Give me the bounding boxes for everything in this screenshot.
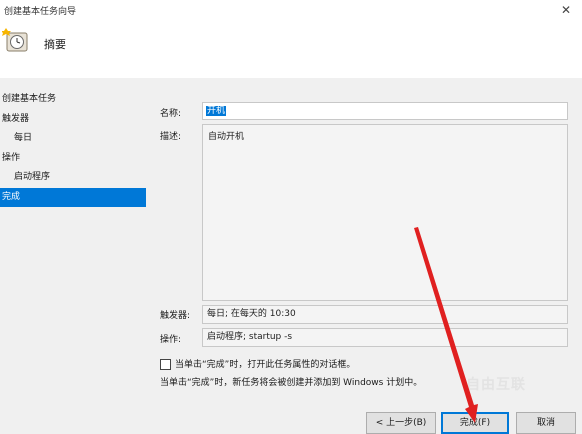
action-label: 操作: [160, 335, 182, 345]
back-button[interactable]: < 上一步(B) [366, 412, 436, 434]
nav-step-action[interactable]: 操作 [0, 149, 146, 169]
action-summary: 启动程序; startup -s [202, 328, 568, 347]
nav-step-trigger[interactable]: 触发器 [0, 110, 146, 130]
nav-step-daily[interactable]: 每日 [0, 129, 146, 149]
title-bar: 创建基本任务向导 ✕ [0, 0, 582, 22]
name-field[interactable]: 开机 [202, 102, 568, 120]
nav-step-create-basic-task[interactable]: 创建基本任务 [0, 90, 146, 110]
window-title: 创建基本任务向导 [4, 7, 77, 17]
name-value: 开机 [206, 106, 227, 116]
page-heading: 摘要 [44, 38, 66, 51]
name-label: 名称: [160, 109, 182, 119]
nav-step-start-program[interactable]: 启动程序 [0, 168, 146, 188]
open-properties-label[interactable]: 当单击“完成”时，打开此任务属性的对话框。 [175, 358, 355, 372]
watermark-text: 自由互联 [466, 377, 526, 393]
description-field[interactable]: 自动开机 [202, 124, 568, 301]
task-scheduler-clock-icon [2, 28, 28, 52]
trigger-summary: 每日; 在每天的 10:30 [202, 305, 568, 324]
close-icon[interactable]: ✕ [558, 2, 574, 18]
finish-note: 当单击“完成”时，新任务将会被创建并添加到 Windows 计划中。 [160, 378, 423, 388]
finish-button[interactable]: 完成(F) [441, 412, 509, 434]
open-properties-checkbox[interactable] [160, 359, 171, 370]
trigger-label: 触发器: [160, 311, 191, 321]
cancel-button[interactable]: 取消 [516, 412, 576, 434]
step-nav: 创建基本任务 触发器 每日 操作 启动程序 完成 [0, 90, 146, 207]
description-label: 描述: [160, 132, 182, 142]
nav-step-finish[interactable]: 完成 [0, 187, 146, 207]
wizard-header: 摘要 [0, 22, 582, 78]
